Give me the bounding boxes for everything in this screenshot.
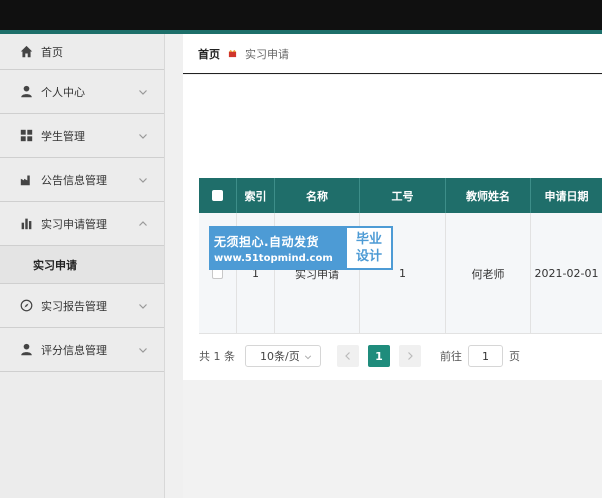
breadcrumb-current: 实习申请: [245, 47, 289, 61]
watermark-badge: 毕业 设计: [345, 226, 393, 270]
sidebar-item-label: 首页: [41, 45, 63, 59]
chevron-down-icon: [304, 355, 312, 360]
watermark-line2: www.51topmind.com: [214, 252, 333, 264]
header-index: 索引: [237, 178, 275, 213]
page-size-value: 10条/页: [260, 350, 300, 363]
sidebar: 首页 个人中心 学生管理 公告信息管理 实习申请管理 实习申请 实习报告管理 评…: [0, 34, 165, 498]
compass-icon: [20, 299, 33, 312]
bar-chart-icon: [20, 217, 33, 230]
cell-date: 2021-02-01: [534, 267, 599, 280]
watermark-badge-line1: 毕业: [355, 232, 382, 247]
chevron-left-icon: [345, 352, 350, 360]
sidebar-item-label: 学生管理: [41, 129, 85, 143]
bookmark-icon: [228, 49, 237, 58]
watermark-banner: 无须担心.自动发货 www.51topmind.com 毕业 设计: [209, 226, 393, 270]
table-header: 索引 名称 工号 教师姓名 申请日期: [199, 178, 602, 213]
sidebar-item-announcement-management[interactable]: 公告信息管理: [0, 158, 164, 202]
sidebar-item-label: 公告信息管理: [41, 173, 107, 187]
goto-page-input[interactable]: 1: [468, 345, 503, 367]
chevron-down-icon: [139, 133, 147, 139]
header-job-no: 工号: [360, 178, 446, 213]
sidebar-item-internship-application-management[interactable]: 实习申请管理: [0, 202, 164, 246]
prev-page-button[interactable]: [337, 345, 359, 367]
chevron-right-icon: [408, 352, 413, 360]
pagination: 共 1 条 10条/页 1 前往 1 页: [199, 345, 520, 367]
breadcrumb-home[interactable]: 首页: [198, 46, 220, 62]
chevron-down-icon: [139, 89, 147, 95]
top-bar: [0, 0, 602, 30]
grid-icon: [20, 129, 33, 142]
cell-teacher: 何老师: [446, 213, 531, 334]
select-all-checkbox[interactable]: [212, 190, 223, 201]
sidebar-item-personal-center[interactable]: 个人中心: [0, 70, 164, 114]
watermark-badge-line2: 设计: [355, 249, 382, 264]
chevron-down-icon: [139, 177, 147, 183]
sidebar-item-internship-report-management[interactable]: 实习报告管理: [0, 284, 164, 328]
sidebar-item-label: 实习报告管理: [41, 299, 107, 313]
sidebar-item-student-management[interactable]: 学生管理: [0, 114, 164, 158]
chevron-up-icon: [139, 220, 147, 226]
user-icon: [20, 85, 33, 98]
sidebar-item-home[interactable]: 首页: [0, 34, 164, 70]
page-number-button[interactable]: 1: [368, 345, 390, 367]
page-size-select[interactable]: 10条/页: [245, 345, 321, 367]
chevron-down-icon: [139, 347, 147, 353]
sidebar-item-label: 评分信息管理: [41, 343, 107, 357]
next-page-button[interactable]: [399, 345, 421, 367]
goto-label: 前往: [440, 350, 462, 363]
header-date: 申请日期: [544, 189, 589, 203]
user-icon: [20, 343, 33, 356]
sidebar-item-score-management[interactable]: 评分信息管理: [0, 328, 164, 372]
header-select-all[interactable]: [199, 178, 237, 213]
sidebar-subitem-internship-application[interactable]: 实习申请: [0, 246, 164, 284]
header-name: 名称: [275, 178, 360, 213]
chevron-down-icon: [139, 303, 147, 309]
watermark-line1: 无须担心.自动发货: [214, 234, 320, 249]
watermark-text: 无须担心.自动发货 www.51topmind.com: [209, 226, 345, 270]
pagination-total: 共 1 条: [199, 350, 235, 363]
header-teacher: 教师姓名: [446, 178, 531, 213]
breadcrumb: 首页 实习申请: [183, 34, 602, 74]
home-icon: [20, 45, 33, 58]
goto-suffix: 页: [509, 350, 520, 363]
sidebar-item-label: 个人中心: [41, 85, 85, 99]
factory-icon: [20, 173, 33, 186]
sidebar-item-label: 实习申请管理: [41, 217, 107, 231]
